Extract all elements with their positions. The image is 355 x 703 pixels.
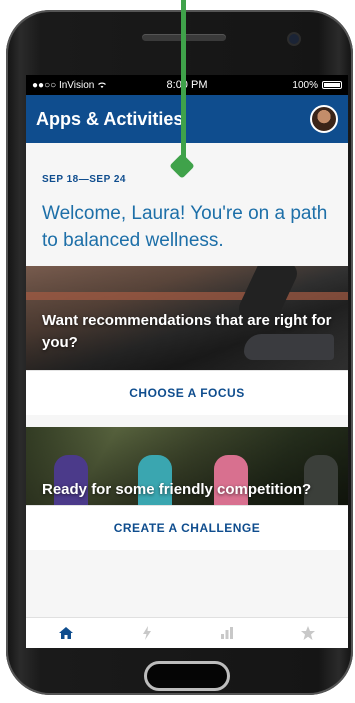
star-icon [300, 626, 315, 640]
lightning-icon [142, 626, 151, 640]
front-camera [289, 34, 299, 44]
running-shoes-image: Want recommendations that are right for … [26, 266, 348, 370]
tab-home[interactable] [46, 621, 86, 645]
avatar[interactable] [310, 105, 338, 133]
welcome-message: Welcome, Laura! You're on a path to bala… [42, 203, 328, 251]
week-range: SEP 18—SEP 24 [42, 174, 126, 185]
main-content: SEP 18—SEP 24 Welcome, Laura! You're on … [26, 174, 348, 550]
annotation-pointer-line [181, 0, 186, 168]
challenge-card: Ready for some friendly competition? CRE… [26, 427, 348, 550]
app-bar: Apps & Activities [26, 95, 348, 143]
bar-chart-icon [221, 627, 234, 639]
home-icon [59, 627, 74, 639]
home-button[interactable] [144, 661, 230, 691]
tab-favorites[interactable] [288, 621, 328, 645]
cyclists-image: Ready for some friendly competition? [26, 427, 348, 505]
status-bar: ●●○○ InVision 8:00 PM 100% [26, 75, 348, 95]
card-headline: Ready for some friendly competition? [42, 481, 312, 498]
choose-focus-button[interactable]: CHOOSE A FOCUS [26, 370, 348, 415]
recommendation-card: Want recommendations that are right for … [26, 266, 348, 415]
phone-frame: ●●○○ InVision 8:00 PM 100% Apps & Activi… [6, 10, 353, 695]
tab-stats[interactable] [207, 621, 247, 645]
status-time: 8:00 PM [166, 79, 208, 91]
bottom-tab-bar [26, 617, 348, 648]
card-headline: Want recommendations that are right for … [42, 312, 332, 351]
create-challenge-button[interactable]: CREATE A CHALLENGE [26, 505, 348, 550]
tab-activity[interactable] [127, 621, 167, 645]
page-title: Apps & Activities [36, 108, 184, 129]
